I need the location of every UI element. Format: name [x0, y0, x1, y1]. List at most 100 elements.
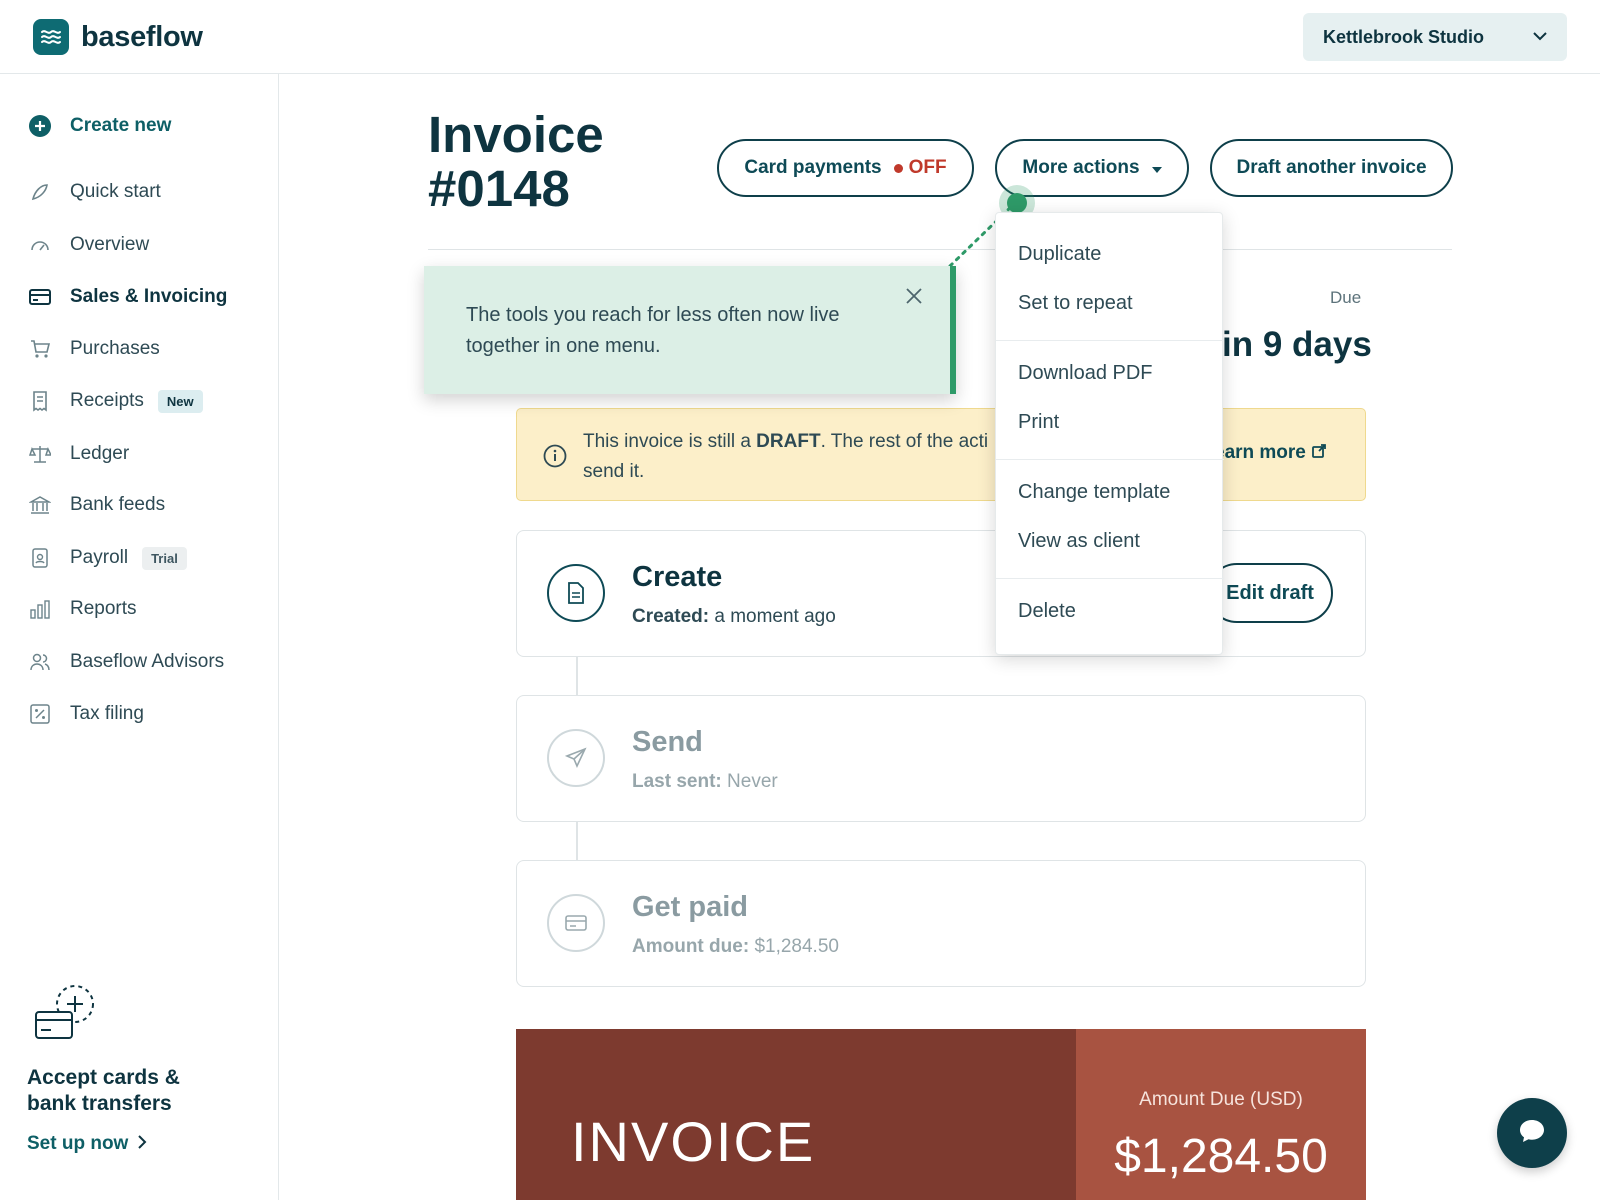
menu-item-view-as-client[interactable]: View as client: [1018, 530, 1140, 553]
percent-icon: [28, 702, 52, 726]
cart-icon: [28, 337, 52, 361]
step-title: Create: [632, 561, 723, 593]
step-title: Get paid: [632, 891, 749, 923]
sidebar-item-purchases[interactable]: Purchases: [28, 337, 160, 361]
menu-divider: [996, 459, 1224, 460]
sidebar-item-label: Receipts: [70, 390, 144, 411]
step-sub-label: Last sent:: [632, 771, 722, 792]
sidebar-item-label: Baseflow Advisors: [70, 651, 225, 672]
step-subtitle: Last sent: Never: [632, 771, 778, 793]
receipt-icon: [28, 389, 52, 413]
draft-another-invoice-button[interactable]: Draft another invoice: [1210, 139, 1453, 197]
menu-divider: [996, 578, 1224, 579]
menu-item-download-pdf[interactable]: Download PDF: [1018, 362, 1153, 385]
sidebar-item-label: Reports: [70, 598, 137, 619]
more-actions-menu: Duplicate Set to repeat Download PDF Pri…: [995, 212, 1224, 655]
send-icon: [547, 729, 605, 787]
gauge-icon: [28, 233, 52, 257]
notice-text: . The rest of the acti: [820, 431, 989, 452]
info-icon: [543, 444, 567, 473]
invoice-number: #0148: [428, 160, 570, 217]
amount-due-label: Amount Due (USD): [1139, 1089, 1303, 1110]
notice-text: This invoice is still a: [583, 431, 757, 452]
menu-item-set-to-repeat[interactable]: Set to repeat: [1018, 292, 1133, 315]
invoice-word: INVOICE: [571, 1110, 816, 1173]
step-sub-value: a moment ago: [714, 606, 836, 627]
sidebar-item-reports[interactable]: Reports: [28, 597, 137, 621]
external-link-icon: [1311, 442, 1326, 464]
card-payments-status: OFF: [893, 157, 947, 179]
top-bar: baseflow Kettlebrook Studio: [0, 0, 1600, 74]
edit-draft-button[interactable]: Edit draft: [1207, 563, 1333, 623]
sidebar-item-quick-start[interactable]: Quick start: [28, 180, 161, 204]
id-badge-icon: [28, 546, 52, 570]
promo-title: Accept cards & bank transfers: [27, 1065, 180, 1117]
plus-circle-icon: [28, 114, 52, 138]
set-up-now-link[interactable]: Set up now: [27, 1133, 180, 1155]
close-icon[interactable]: [904, 286, 924, 311]
draft-notice: This invoice is still a DRAFT. The rest …: [516, 408, 1366, 501]
sidebar-item-label: Quick start: [70, 181, 161, 202]
company-switcher[interactable]: Kettlebrook Studio: [1303, 13, 1567, 61]
sidebar-item-label: Bank feeds: [70, 494, 166, 515]
set-up-now-label: Set up now: [27, 1133, 129, 1154]
menu-item-change-template[interactable]: Change template: [1018, 481, 1170, 504]
sidebar-item-ledger[interactable]: Ledger: [28, 442, 129, 466]
step-sub-label: Created:: [632, 606, 710, 627]
sidebar-item-sales-invoicing[interactable]: Sales & Invoicing: [28, 285, 227, 309]
new-badge: New: [157, 389, 203, 413]
header-divider: [428, 249, 1452, 250]
step-connector: [576, 822, 578, 860]
sidebar-item-bank-feeds[interactable]: Bank feeds: [28, 493, 165, 517]
chevron-right-icon: [138, 1133, 147, 1155]
amount-due-value: $1,284.50: [1114, 1130, 1328, 1183]
menu-item-duplicate[interactable]: Duplicate: [1018, 243, 1101, 266]
due-value: in 9 days: [1222, 325, 1372, 364]
invoice-preview-amount: Amount Due (USD) $1,284.50: [1076, 1029, 1366, 1200]
chat-bubble-icon: [1518, 1118, 1546, 1149]
scales-icon: [28, 442, 52, 466]
card-icon: [547, 894, 605, 952]
sidebar: Create new Quick start Overview Sales & …: [0, 74, 279, 1200]
step-sub-label: Amount due:: [632, 936, 750, 957]
accept-payments-promo: Accept cards & bank transfers Set up now: [27, 984, 180, 1155]
credit-card-icon: [28, 285, 52, 309]
learn-more-link[interactable]: earn more: [1214, 442, 1326, 464]
trial-badge: Trial: [142, 546, 187, 570]
create-new-button[interactable]: Create new: [28, 114, 171, 138]
card-payments-toggle[interactable]: Card payments OFF: [717, 139, 974, 197]
chevron-down-icon: [1533, 28, 1547, 46]
sidebar-item-payroll[interactable]: Payroll Trial: [28, 546, 187, 570]
more-actions-label: More actions: [1022, 157, 1140, 178]
sidebar-item-label: Tax filing: [70, 703, 144, 724]
caret-down-icon: [1151, 157, 1162, 179]
logo-text: baseflow: [81, 20, 203, 53]
sidebar-item-tax-filing[interactable]: Tax filing: [28, 702, 144, 726]
draft-notice-text: This invoice is still a DRAFT. The rest …: [583, 427, 1013, 487]
menu-item-print[interactable]: Print: [1018, 411, 1059, 434]
sidebar-item-label: Ledger: [70, 443, 130, 464]
sidebar-item-label: Sales & Invoicing: [70, 286, 228, 307]
invoice-preview: INVOICE Amount Due (USD) $1,284.50: [516, 1029, 1366, 1200]
step-title: Send: [632, 726, 703, 758]
logo[interactable]: baseflow: [33, 19, 203, 55]
card-payments-label: Card payments: [744, 157, 882, 178]
document-icon: [547, 564, 605, 622]
step-send: Send Last sent: Never: [516, 695, 1366, 822]
card-plus-icon: [27, 985, 97, 1050]
create-new-label: Create new: [70, 115, 172, 136]
invoice-preview-header: INVOICE: [516, 1029, 1076, 1200]
sidebar-item-overview[interactable]: Overview: [28, 233, 149, 257]
notice-text: send it.: [583, 461, 645, 482]
menu-divider: [996, 340, 1224, 341]
sidebar-item-receipts[interactable]: Receipts New: [28, 389, 203, 413]
menu-item-delete[interactable]: Delete: [1018, 600, 1076, 623]
chat-button[interactable]: [1497, 1098, 1567, 1168]
sidebar-item-label: Overview: [70, 234, 150, 255]
sidebar-item-label: Purchases: [70, 338, 160, 359]
status-dot-icon: [893, 163, 903, 173]
rocket-icon: [28, 180, 52, 204]
feature-tooltip: The tools you reach for less often now l…: [424, 266, 956, 394]
sidebar-item-baseflow-advisors[interactable]: Baseflow Advisors: [28, 650, 224, 674]
step-subtitle: Amount due: $1,284.50: [632, 936, 839, 958]
